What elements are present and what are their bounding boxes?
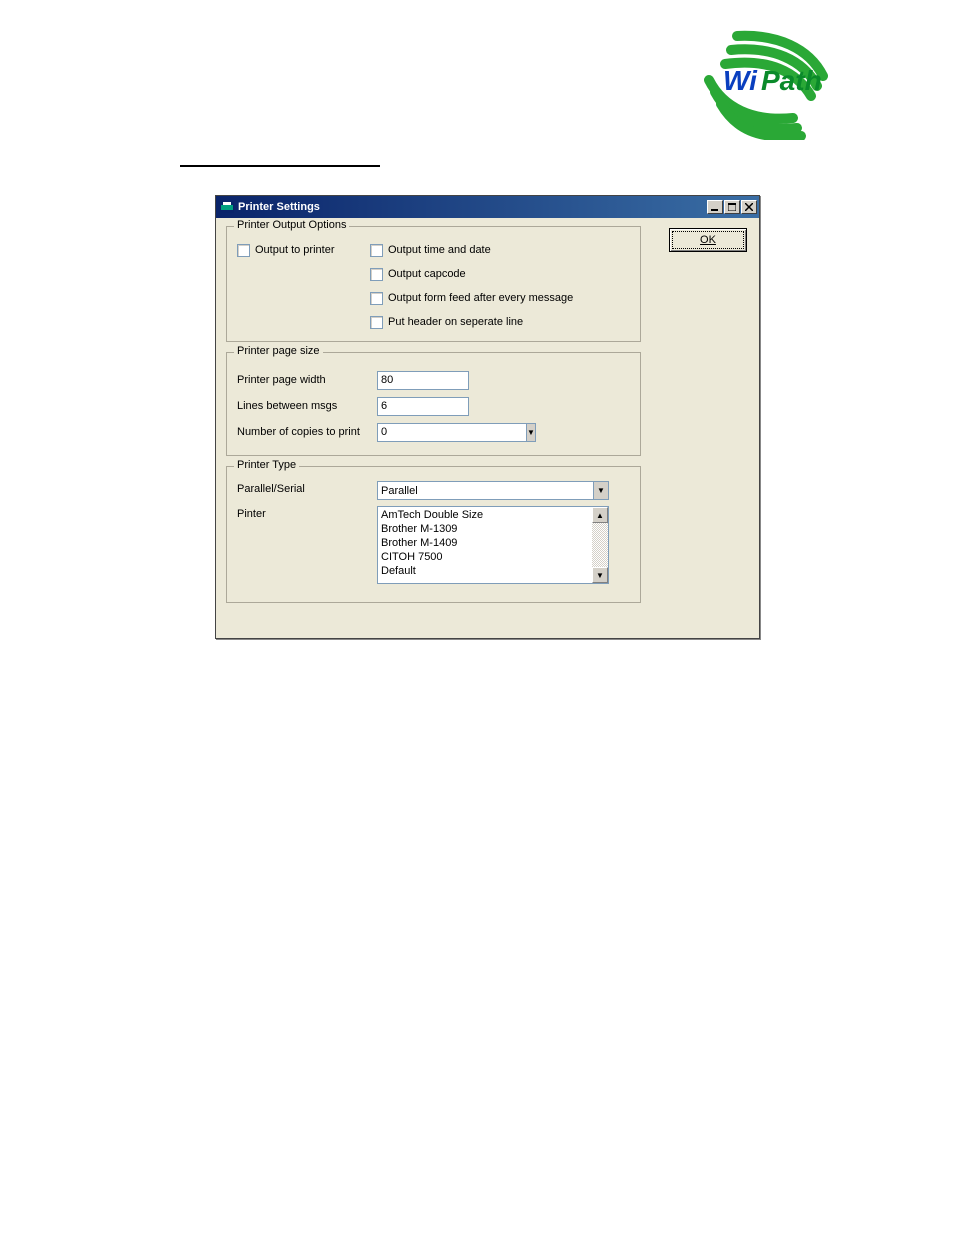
list-item[interactable]: Brother M-1409	[381, 536, 589, 550]
titlebar[interactable]: Printer Settings	[216, 196, 759, 218]
checkbox-label: Output form feed after every message	[388, 292, 573, 304]
output-form-feed-checkbox[interactable]	[370, 292, 383, 305]
chevron-down-icon[interactable]: ▼	[526, 423, 536, 442]
scroll-track[interactable]	[592, 523, 608, 567]
lines-between-label: Lines between msgs	[237, 400, 377, 412]
page-width-input[interactable]	[377, 371, 469, 390]
list-item[interactable]: Default	[381, 564, 589, 578]
chevron-down-icon[interactable]: ▼	[593, 481, 609, 500]
svg-text:Wi: Wi	[723, 65, 758, 96]
brand-logo: Wi Path	[689, 30, 839, 140]
output-time-date-checkbox[interactable]	[370, 244, 383, 257]
group-legend: Printer Output Options	[234, 219, 349, 231]
list-item[interactable]: AmTech Double Size	[381, 508, 589, 522]
list-item[interactable]: CITOH 7500	[381, 550, 589, 564]
ok-button-label: OK	[700, 234, 716, 246]
printer-output-options-group: Printer Output Options Output to printer…	[226, 226, 641, 342]
copies-input[interactable]	[377, 423, 526, 442]
page-width-label: Printer page width	[237, 374, 377, 386]
output-capcode-checkbox[interactable]	[370, 268, 383, 281]
printer-settings-window: Printer Settings OK Printer Output Optio…	[215, 195, 760, 639]
copies-label: Number of copies to print	[237, 426, 377, 438]
lines-between-input[interactable]	[377, 397, 469, 416]
printer-label: Pinter	[237, 506, 377, 520]
maximize-button[interactable]	[724, 200, 740, 214]
app-icon	[220, 201, 234, 213]
list-item[interactable]: Brother M-1309	[381, 522, 589, 536]
checkbox-label: Output capcode	[388, 268, 466, 280]
group-legend: Printer page size	[234, 345, 323, 357]
window-title: Printer Settings	[238, 201, 707, 213]
printer-listbox[interactable]: AmTech Double Size Brother M-1309 Brothe…	[377, 506, 609, 584]
minimize-button[interactable]	[707, 200, 723, 214]
scroll-down-button[interactable]: ▼	[592, 567, 608, 583]
printer-type-group: Printer Type Parallel/Serial ▼ Pinter Am…	[226, 466, 641, 603]
checkbox-label: Put header on seperate line	[388, 316, 523, 328]
put-header-checkbox[interactable]	[370, 316, 383, 329]
scrollbar[interactable]: ▲ ▼	[592, 507, 608, 583]
parallel-serial-label: Parallel/Serial	[237, 481, 377, 495]
output-to-printer-checkbox[interactable]	[237, 244, 250, 257]
parallel-serial-combo[interactable]: ▼	[377, 481, 609, 500]
copies-combo[interactable]: ▼	[377, 423, 469, 442]
group-legend: Printer Type	[234, 459, 299, 471]
checkbox-label: Output time and date	[388, 244, 491, 256]
printer-page-size-group: Printer page size Printer page width Lin…	[226, 352, 641, 456]
svg-text:Path: Path	[761, 65, 822, 96]
parallel-serial-input[interactable]	[377, 481, 593, 500]
checkbox-label: Output to printer	[255, 244, 335, 256]
section-divider	[180, 165, 380, 167]
close-button[interactable]	[741, 200, 757, 214]
scroll-up-button[interactable]: ▲	[592, 507, 608, 523]
ok-button[interactable]: OK	[669, 228, 747, 252]
